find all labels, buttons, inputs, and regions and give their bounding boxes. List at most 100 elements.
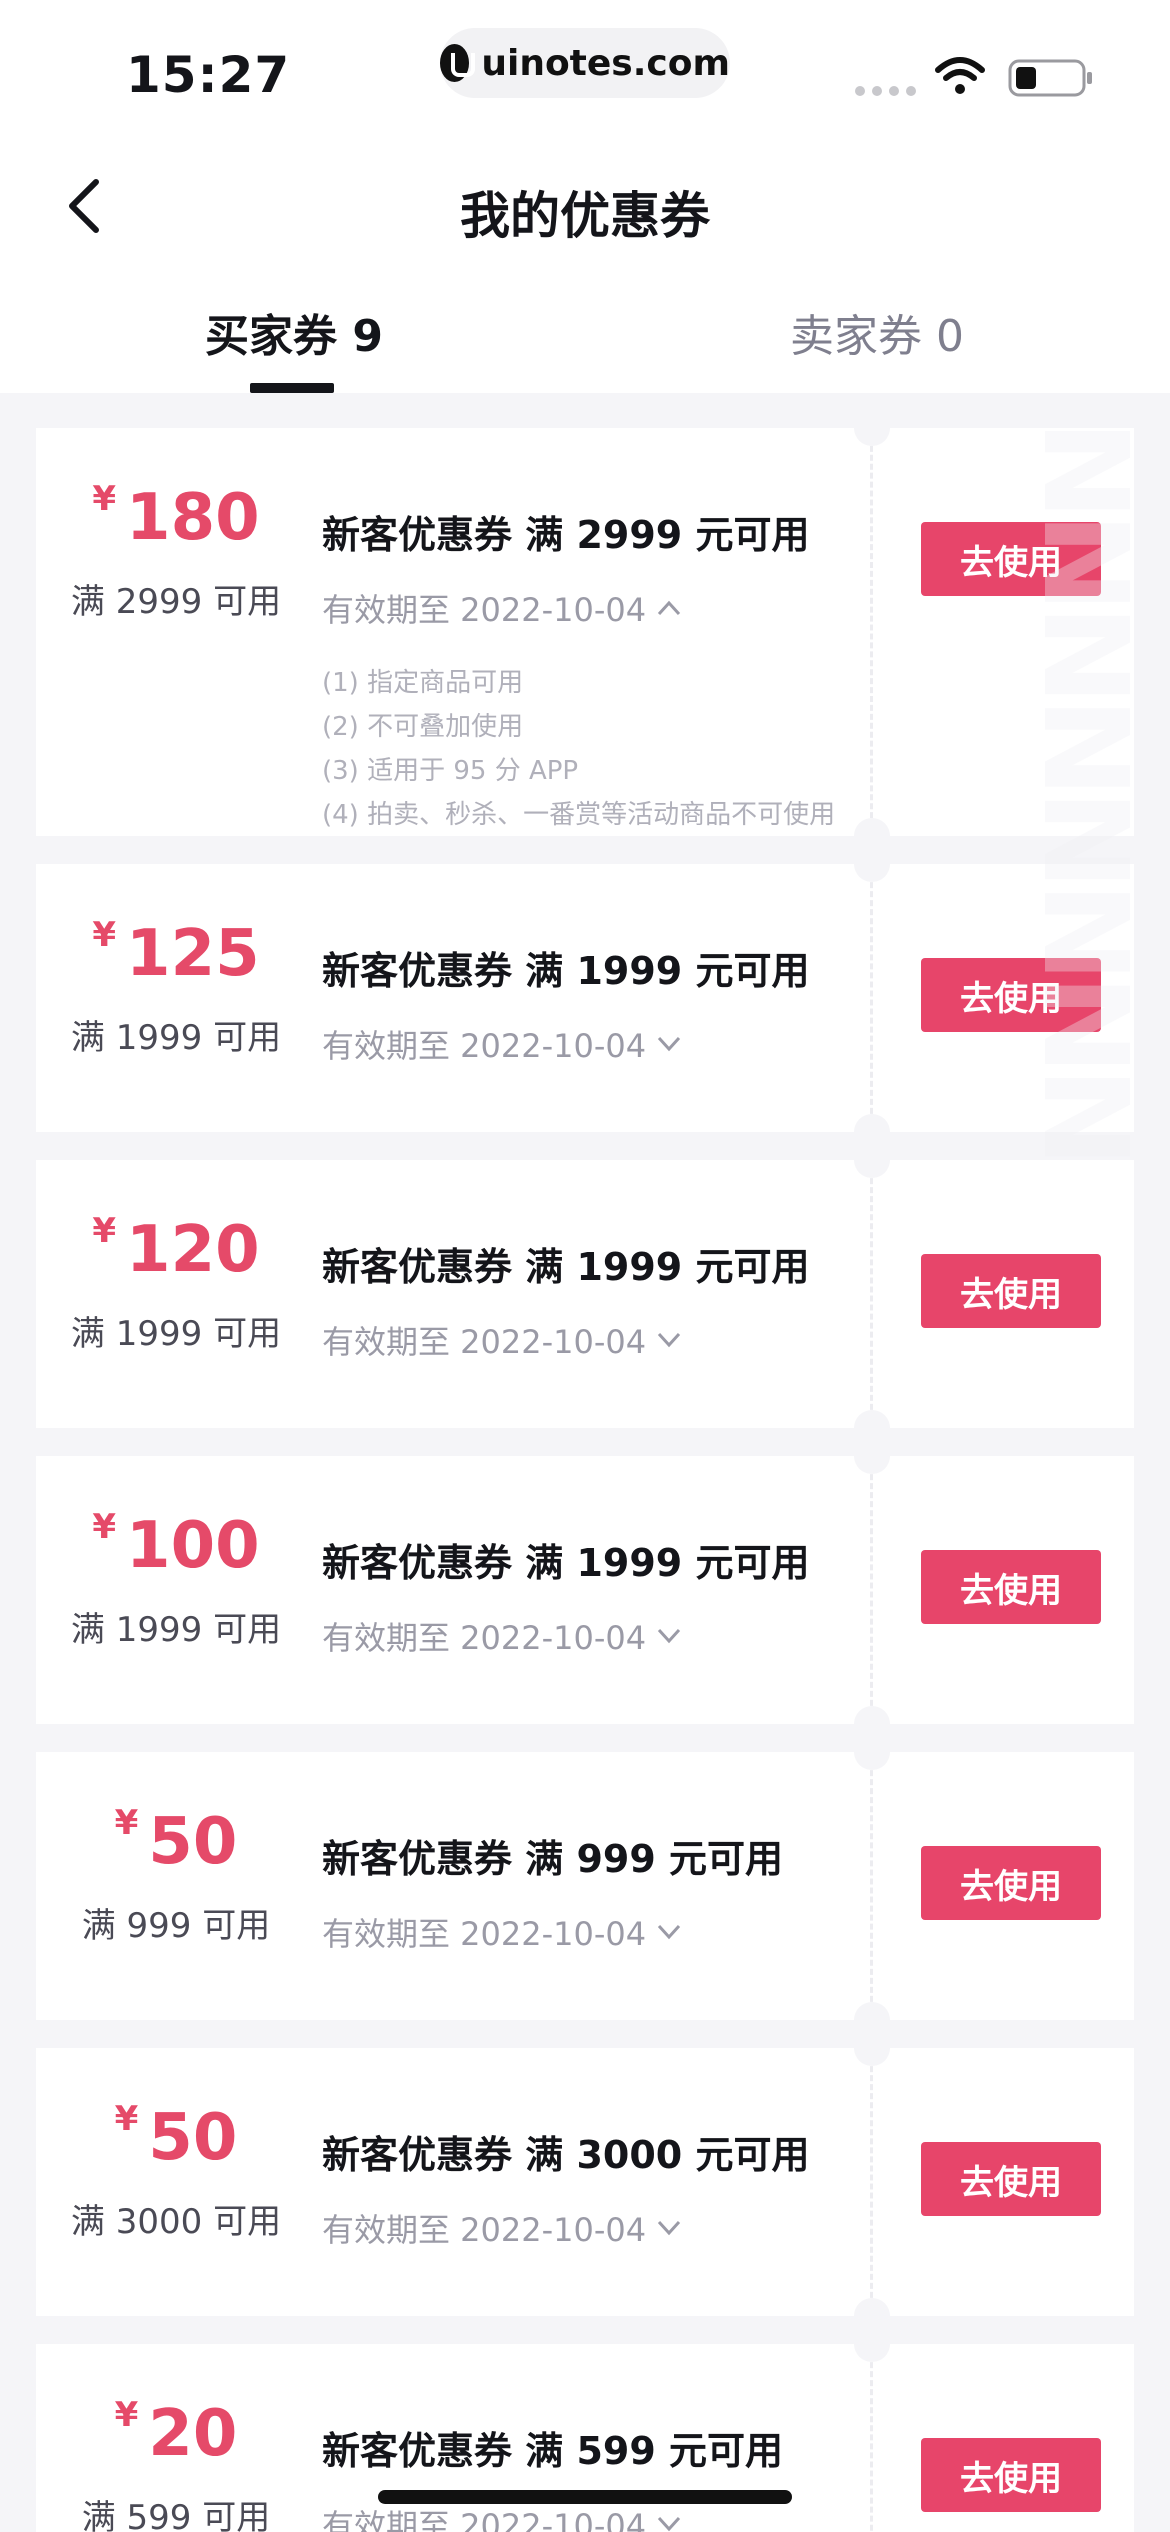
cellular-signal-icon <box>855 86 916 96</box>
coupon-notch <box>854 2344 890 2362</box>
active-tab-indicator <box>250 383 334 393</box>
coupon-info: 新客优惠券 满 1999 元可用 有效期至 2022-10-04 <box>322 1532 809 1659</box>
coupon-notch <box>854 1160 890 1178</box>
coupon-card: ¥125 满 1999 可用 新客优惠券 满 1999 元可用 有效期至 202… <box>36 864 1134 1132</box>
coupon-name: 新客优惠券 满 2999 元可用 <box>322 513 810 557</box>
coupon-notch <box>854 1410 890 1428</box>
coupon-validity-toggle[interactable]: 有效期至 2022-10-04 <box>322 2501 783 2532</box>
coupon-rule: (4) 拍卖、秒杀、一番赏等活动商品不可使用 <box>322 800 836 830</box>
coupon-validity-toggle[interactable]: 有效期至 2022-10-04 <box>322 1021 809 1067</box>
coupon-list: ¥180 满 2999 可用 新客优惠券 满 2999 元可用 有效期至 202… <box>36 428 1134 2532</box>
tab-seller-coupons[interactable]: 卖家券 0 <box>790 300 964 364</box>
coupon-divider <box>870 2048 873 2316</box>
coupon-amount: 50 <box>148 1805 238 1879</box>
coupon-divider <box>870 1752 873 2020</box>
coupon-notch <box>854 1114 890 1132</box>
coupon-validity-toggle[interactable]: 有效期至 2022-10-04 <box>322 1909 783 1955</box>
coupon-validity: 有效期至 2022-10-04 <box>322 1027 647 1065</box>
use-coupon-button[interactable]: 去使用 <box>921 1550 1101 1624</box>
coupon-validity: 有效期至 2022-10-04 <box>322 591 647 629</box>
coupon-notch <box>854 2298 890 2316</box>
coupon-threshold: 满 1999 可用 <box>70 1018 282 1058</box>
coupon-card: ¥180 满 2999 可用 新客优惠券 满 2999 元可用 有效期至 202… <box>36 428 1134 836</box>
currency-symbol: ¥ <box>114 1803 139 1843</box>
chevron-up-icon <box>658 600 681 616</box>
coupon-rules: (1) 指定商品可用 (2) 不可叠加使用 (3) 适用于 95 分 APP (… <box>322 661 835 836</box>
currency-symbol: ¥ <box>114 2395 139 2435</box>
currency-symbol: ¥ <box>92 915 117 955</box>
coupon-validity: 有效期至 2022-10-04 <box>322 1915 647 1953</box>
header-area: 15:27 uinotes.com 我的优惠券 买家券 9 卖家券 0 <box>0 0 1170 393</box>
home-indicator[interactable] <box>378 2490 792 2504</box>
coupon-value: ¥180 满 2999 可用 <box>36 482 316 623</box>
coupon-amount: 50 <box>148 2101 238 2175</box>
coupon-notch <box>854 1752 890 1770</box>
coupon-threshold: 满 599 可用 <box>81 2498 271 2532</box>
chevron-down-icon <box>658 1332 681 1348</box>
coupon-divider <box>870 428 873 836</box>
use-coupon-button[interactable]: 去使用 <box>921 1254 1101 1328</box>
wifi-icon <box>935 57 985 94</box>
coupon-validity: 有效期至 2022-10-04 <box>322 1323 647 1361</box>
use-coupon-button[interactable]: 去使用 <box>921 522 1101 596</box>
use-coupon-button[interactable]: 去使用 <box>921 958 1101 1032</box>
page-title: 我的优惠券 <box>460 187 710 245</box>
chevron-down-icon <box>658 2516 681 2532</box>
coupon-amount: 100 <box>126 1509 260 1583</box>
coupon-divider <box>870 1456 873 1724</box>
coupon-info: 新客优惠券 满 2999 元可用 有效期至 2022-10-04 (1) 指定商… <box>322 504 835 836</box>
coupon-value: ¥120 满 1999 可用 <box>36 1214 316 1355</box>
coupon-info: 新客优惠券 满 3000 元可用 有效期至 2022-10-04 <box>322 2124 809 2251</box>
coupon-rule: (3) 适用于 95 分 APP <box>322 756 579 786</box>
coupon-validity: 有效期至 2022-10-04 <box>322 2211 647 2249</box>
coupon-card: ¥50 满 999 可用 新客优惠券 满 999 元可用 有效期至 2022-1… <box>36 1752 1134 2020</box>
coupon-card: ¥100 满 1999 可用 新客优惠券 满 1999 元可用 有效期至 202… <box>36 1456 1134 1724</box>
coupon-notch <box>854 864 890 882</box>
coupon-notch <box>854 1456 890 1474</box>
tab-buyer-coupons[interactable]: 买家券 9 <box>205 300 383 364</box>
currency-symbol: ¥ <box>92 1507 117 1547</box>
coupon-rule: (2) 不可叠加使用 <box>322 712 524 742</box>
coupon-notch <box>854 2048 890 2066</box>
status-time: 15:27 <box>126 46 291 104</box>
coupon-amount: 120 <box>126 1213 260 1287</box>
coupon-name: 新客优惠券 满 3000 元可用 <box>322 2133 810 2177</box>
coupon-rule: (1) 指定商品可用 <box>322 668 524 698</box>
coupon-name: 新客优惠券 满 1999 元可用 <box>322 1245 810 1289</box>
coupon-amount: 20 <box>148 2397 238 2471</box>
coupon-info: 新客优惠券 满 1999 元可用 有效期至 2022-10-04 <box>322 940 809 1067</box>
chevron-down-icon <box>658 1036 681 1052</box>
coupon-amount: 125 <box>126 917 260 991</box>
currency-symbol: ¥ <box>92 479 117 519</box>
use-coupon-button[interactable]: 去使用 <box>921 2438 1101 2512</box>
coupon-card: ¥50 满 3000 可用 新客优惠券 满 3000 元可用 有效期至 2022… <box>36 2048 1134 2316</box>
site-logo-icon <box>440 44 476 82</box>
coupon-validity-toggle[interactable]: 有效期至 2022-10-04 <box>322 585 835 631</box>
battery-icon <box>1008 59 1092 97</box>
chevron-down-icon <box>658 1924 681 1940</box>
coupon-info: 新客优惠券 满 599 元可用 有效期至 2022-10-04 <box>322 2420 783 2532</box>
coupon-name: 新客优惠券 满 599 元可用 <box>322 2429 784 2473</box>
use-coupon-button[interactable]: 去使用 <box>921 2142 1101 2216</box>
coupon-name: 新客优惠券 满 1999 元可用 <box>322 1541 810 1585</box>
coupon-validity-toggle[interactable]: 有效期至 2022-10-04 <box>322 1317 809 1363</box>
coupon-threshold: 满 1999 可用 <box>70 1610 282 1650</box>
coupon-validity-toggle[interactable]: 有效期至 2022-10-04 <box>322 1613 809 1659</box>
url-pill[interactable]: uinotes.com <box>440 28 730 98</box>
coupon-name: 新客优惠券 满 1999 元可用 <box>322 949 810 993</box>
chevron-down-icon <box>658 2220 681 2236</box>
coupon-validity: 有效期至 2022-10-04 <box>322 2507 647 2532</box>
coupon-threshold: 满 1999 可用 <box>70 1314 282 1354</box>
use-coupon-button[interactable]: 去使用 <box>921 1846 1101 1920</box>
coupon-validity-toggle[interactable]: 有效期至 2022-10-04 <box>322 2205 809 2251</box>
coupon-card: ¥120 满 1999 可用 新客优惠券 满 1999 元可用 有效期至 202… <box>36 1160 1134 1428</box>
coupon-threshold: 满 3000 可用 <box>70 2202 282 2242</box>
coupon-name: 新客优惠券 满 999 元可用 <box>322 1837 784 1881</box>
chevron-down-icon <box>658 1628 681 1644</box>
coupon-notch <box>854 818 890 836</box>
coupon-threshold: 满 2999 可用 <box>70 582 282 622</box>
coupon-value: ¥20 满 599 可用 <box>36 2398 316 2532</box>
coupon-notch <box>854 2002 890 2020</box>
currency-symbol: ¥ <box>92 1211 117 1251</box>
url-text: uinotes.com <box>481 42 730 84</box>
